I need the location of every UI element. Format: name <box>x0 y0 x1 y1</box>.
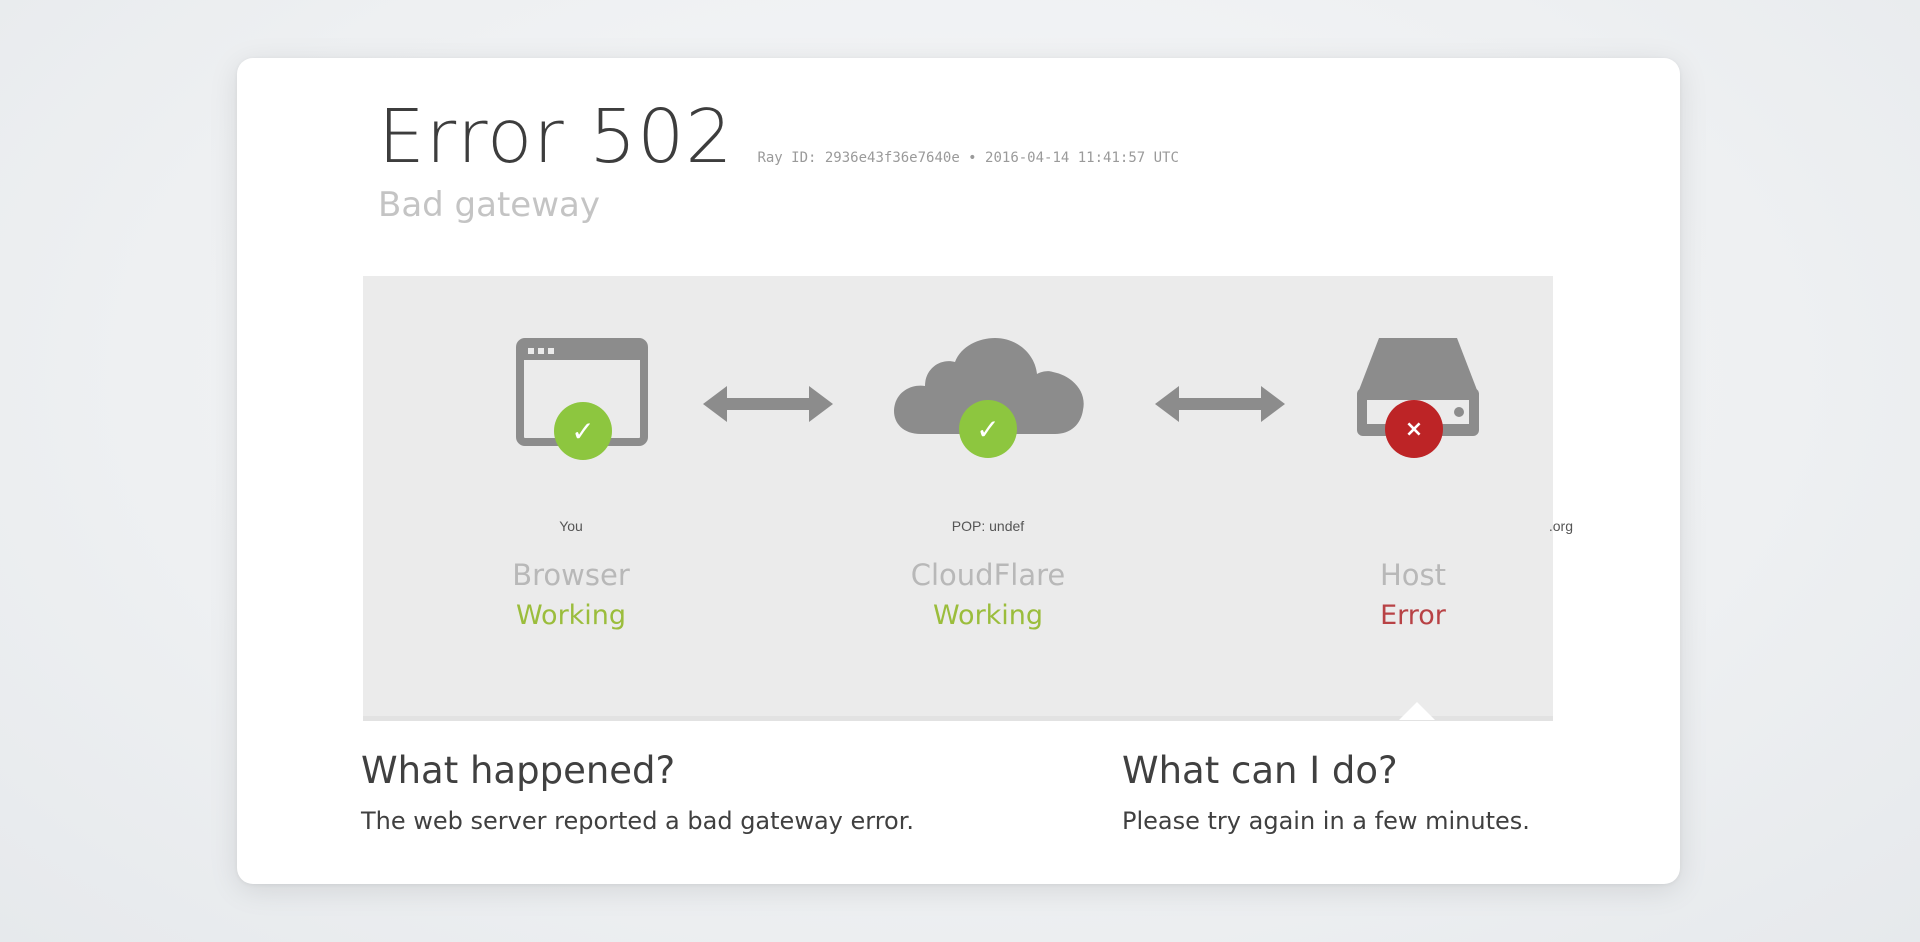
what-happened-text: The web server reported a bad gateway er… <box>361 807 915 835</box>
what-can-i-do-title: What can I do? <box>1122 749 1398 792</box>
node-browser: ✓ You Browser Working <box>431 338 711 631</box>
node-cloudflare: ✓ POP: undef CloudFlare Working <box>848 338 1128 631</box>
what-can-i-do-section: What can I do? Please try again in a few… <box>1122 752 1530 835</box>
ray-id-timestamp: Ray ID: 2936e43f36e7640e • 2016-04-14 11… <box>757 150 1179 166</box>
connection-diagram: ✓ You Browser Working ✓ POP: undef Cloud… <box>363 276 1573 721</box>
node-location: You <box>559 518 583 534</box>
what-happened-title: What happened? <box>361 749 676 792</box>
page-title: Error 502 <box>378 94 734 180</box>
double-arrow-icon <box>1155 386 1285 422</box>
x-icon: × <box>1385 400 1443 458</box>
error-card: Error 502 Ray ID: 2936e43f36e7640e • 201… <box>237 58 1680 884</box>
double-arrow-icon <box>703 386 833 422</box>
check-icon: ✓ <box>554 402 612 460</box>
error-subtitle: Bad gateway <box>378 185 600 225</box>
node-status: Error <box>1380 600 1446 631</box>
node-name: CloudFlare <box>910 558 1066 592</box>
node-location: POP: undef <box>951 518 1025 534</box>
what-happened-section: What happened? The web server reported a… <box>361 752 914 835</box>
node-name: Browser <box>512 558 630 592</box>
node-location: .org <box>1548 518 1573 534</box>
check-icon: ✓ <box>959 400 1017 458</box>
node-status: Working <box>932 600 1044 631</box>
node-host: × .org Host Error <box>1273 338 1573 631</box>
diagram-pointer <box>1399 702 1435 720</box>
node-status: Working <box>515 600 627 631</box>
what-can-i-do-text: Please try again in a few minutes. <box>1122 807 1530 835</box>
node-name: Host <box>1379 558 1447 592</box>
error-header: Error 502 Ray ID: 2936e43f36e7640e • 201… <box>378 100 1179 222</box>
